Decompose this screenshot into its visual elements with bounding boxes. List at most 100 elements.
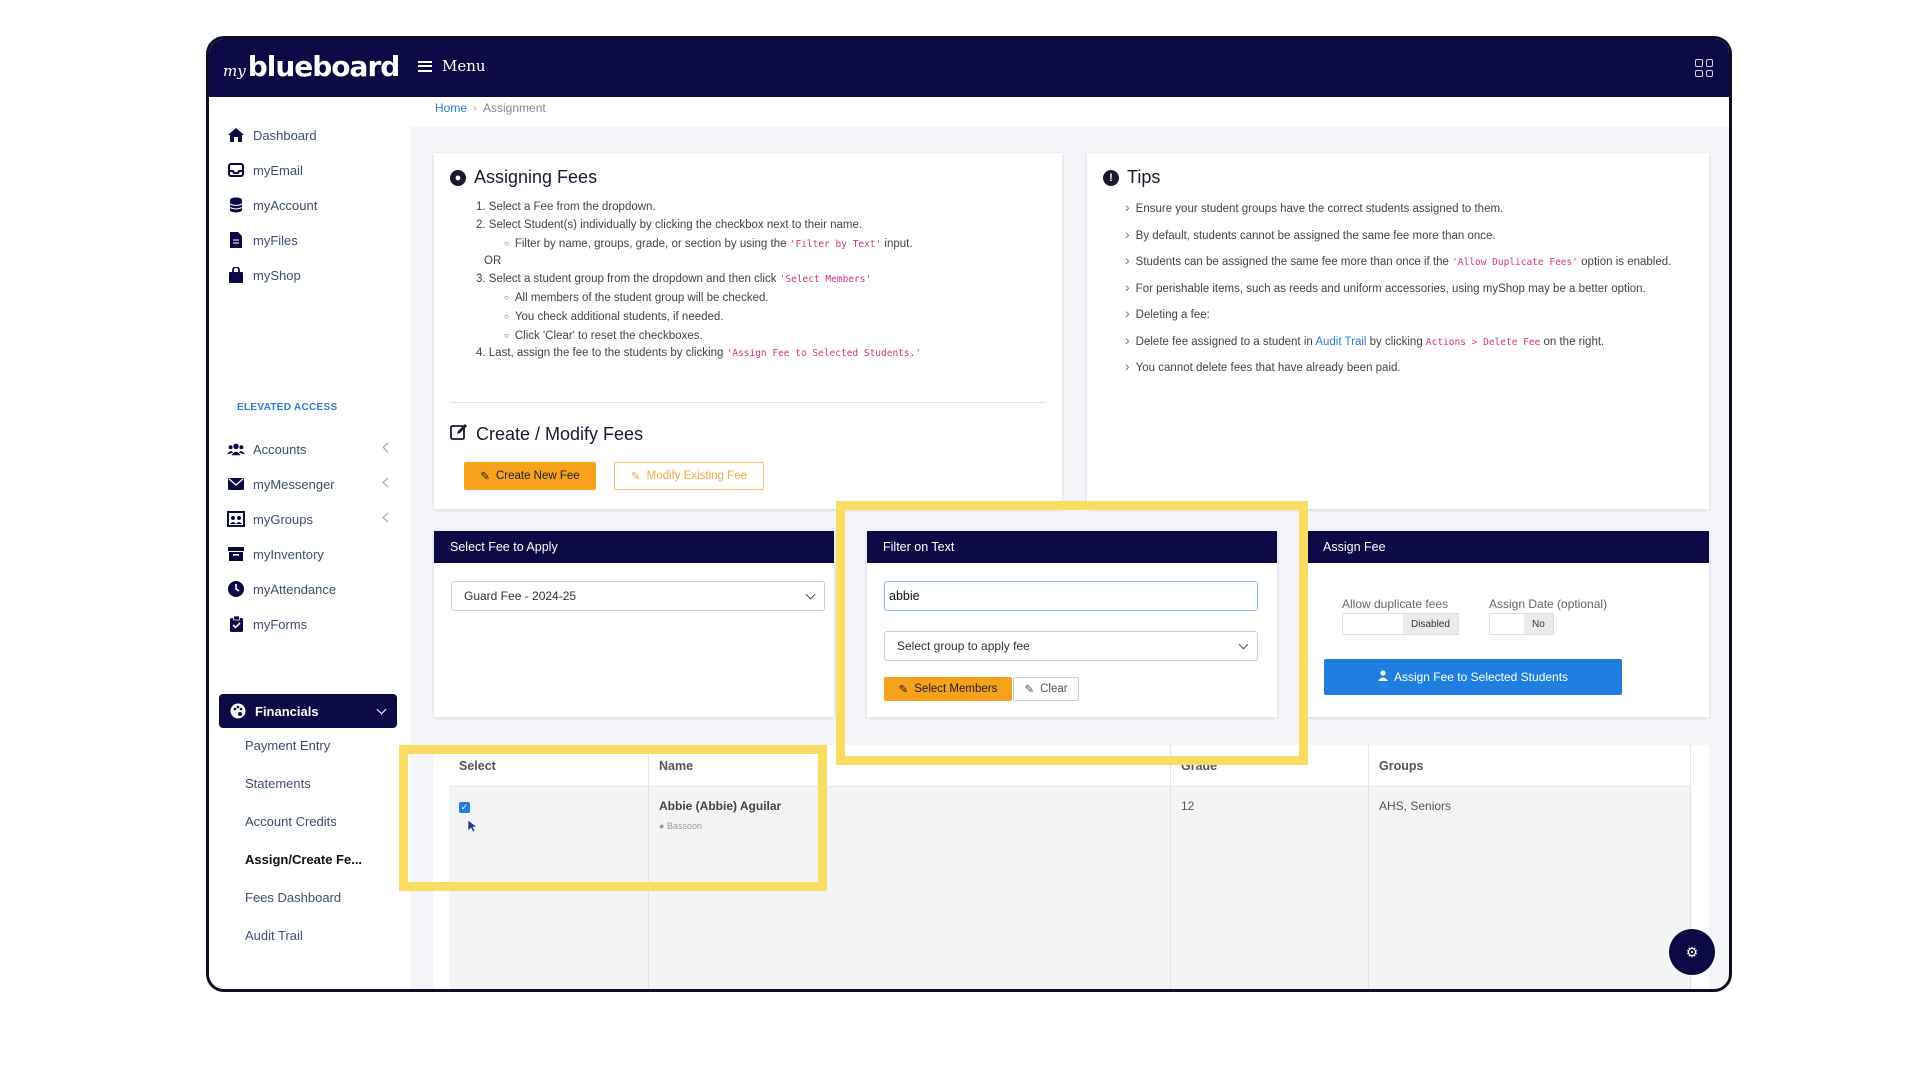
sidebar-item-myattendance[interactable]: myAttendance (227, 575, 397, 603)
app-window: myblueboard Menu Dashboard myEmail myAcc… (206, 36, 1732, 992)
settings-fab[interactable]: ⚙ (1669, 929, 1715, 975)
sidebar-item-mygroups[interactable]: myGroups (227, 505, 397, 533)
chevron-left-icon (382, 477, 393, 488)
edit-icon (450, 423, 468, 446)
sidebar-item-accounts[interactable]: Accounts (227, 435, 397, 463)
sidebar-subitem-account-credits[interactable]: Account Credits (245, 814, 337, 829)
logo[interactable]: myblueboard (223, 50, 401, 83)
inbox-icon (227, 161, 245, 179)
exclamation-circle-icon: ! (1103, 169, 1119, 186)
create-new-fee-button[interactable]: ✎ Create New Fee (464, 462, 596, 490)
assigning-steps: 1. Select a Fee from the dropdown. 2. Se… (476, 199, 921, 363)
sidebar-item-myforms[interactable]: myForms (227, 610, 397, 638)
breadcrumb-home-link[interactable]: Home (435, 101, 467, 115)
sidebar-item-label: Financials (255, 703, 319, 719)
sidebar-item-myfiles[interactable]: myFiles (227, 226, 397, 254)
modify-existing-fee-button[interactable]: ✎ Modify Existing Fee (614, 462, 764, 490)
tips-list: Ensure your student groups have the corr… (1125, 199, 1689, 385)
tip-item: Deleting a fee: (1125, 305, 1689, 324)
allow-duplicate-label: Allow duplicate fees (1342, 597, 1449, 611)
create-modify-title: Create / Modify Fees (450, 423, 643, 446)
step-2-sub: Filter by name, groups, grade, or sectio… (476, 235, 921, 254)
edit-icon: ✎ (631, 471, 641, 483)
step-2: 2. Select Student(s) individually by cli… (476, 218, 863, 231)
assigning-fees-title-text: Assigning Fees (474, 167, 598, 187)
allow-duplicate-value: Disabled (1403, 614, 1458, 634)
sidebar-item-label: myShop (253, 267, 301, 283)
sidebar-item-myemail[interactable]: myEmail (227, 156, 397, 184)
assign-date-label: Assign Date (optional) (1489, 597, 1608, 611)
allow-duplicate-toggle[interactable]: Disabled (1342, 613, 1459, 635)
archive-icon (227, 545, 245, 563)
tip-item: By default, students cannot be assigned … (1125, 226, 1689, 245)
user-icon (1377, 670, 1388, 684)
logo-my: my (223, 62, 246, 80)
database-icon (227, 196, 245, 214)
sidebar-item-label: myMessenger (253, 476, 335, 492)
chevron-left-icon (382, 442, 393, 453)
sidebar-item-myinventory[interactable]: myInventory (227, 540, 397, 568)
tip-item: You cannot delete fees that have already… (1125, 358, 1689, 377)
breadcrumb-current: Assignment (483, 101, 546, 115)
create-modify-title-text: Create / Modify Fees (476, 424, 644, 444)
sidebar-item-financials[interactable]: Financials (219, 694, 397, 728)
card-divider (450, 402, 1046, 403)
assigning-fees-card: ● Assigning Fees 1. Select a Fee from th… (434, 153, 1062, 509)
assign-fee-button[interactable]: Assign Fee to Selected Students (1324, 659, 1622, 695)
menu-button[interactable]: Menu (418, 57, 486, 75)
sidebar-item-label: myEmail (253, 162, 303, 178)
table-cell-grade: 12 (1171, 787, 1369, 989)
tip-item: Ensure your student groups have the corr… (1125, 199, 1689, 218)
audit-trail-link[interactable]: Audit Trail (1315, 336, 1366, 348)
chevron-down-icon (805, 589, 816, 600)
sidebar-item-label: myInventory (253, 546, 324, 562)
step-3-sub: Click 'Clear' to reset the checkboxes. (476, 327, 921, 346)
fee-select-value: Guard Fee - 2024-25 (464, 589, 577, 603)
sidebar-subitem-fees-dashboard[interactable]: Fees Dashboard (245, 890, 341, 905)
sidebar-item-myaccount[interactable]: myAccount (227, 191, 397, 219)
sidebar-item-label: myGroups (253, 511, 313, 527)
sidebar-item-myshop[interactable]: myShop (227, 261, 397, 289)
table-cell-groups: AHS, Seniors (1369, 787, 1691, 989)
assign-date-toggle[interactable]: No (1489, 613, 1554, 635)
tips-card: ! Tips Ensure your student groups have t… (1087, 153, 1709, 509)
sidebar-item-mymessenger[interactable]: myMessenger (227, 470, 397, 498)
assign-fee-header: Assign Fee (1307, 531, 1709, 563)
sidebar: Dashboard myEmail myAccount myFiles mySh… (209, 97, 410, 989)
sidebar-item-dashboard[interactable]: Dashboard (227, 121, 397, 149)
sidebar-item-label: Accounts (253, 441, 307, 457)
sidebar-subitem-audit-trail[interactable]: Audit Trail (245, 928, 303, 943)
file-icon (227, 231, 245, 249)
step-3-sub: All members of the student group will be… (476, 289, 921, 308)
sidebar-subitem-assign-create-fees[interactable]: Assign/Create Fe... (245, 852, 362, 867)
sidebar-item-label: myFiles (253, 232, 298, 248)
sidebar-item-label: Dashboard (253, 127, 317, 143)
logo-text: blueboard (247, 50, 401, 83)
sidebar-subitem-payment-entry[interactable]: Payment Entry (245, 738, 330, 753)
apps-grid-icon[interactable] (1695, 59, 1713, 77)
groups-icon (227, 510, 245, 528)
breadcrumb: Home › Assignment (435, 101, 546, 115)
user-circle-icon: ● (450, 169, 466, 186)
fee-select[interactable]: Guard Fee - 2024-25 (451, 581, 825, 611)
gear-icon: ⚙ (1685, 943, 1699, 960)
tip-item: Students can be assigned the same fee mo… (1125, 252, 1689, 271)
select-fee-header: Select Fee to Apply (434, 531, 834, 563)
column-header-groups[interactable]: Groups (1369, 745, 1691, 787)
clock-icon (227, 580, 245, 598)
tips-title: ! Tips (1103, 167, 1160, 188)
highlight-box-filter (836, 501, 1308, 765)
breadcrumb-bar (410, 97, 1729, 127)
tips-title-text: Tips (1127, 167, 1161, 187)
step-1: 1. Select a Fee from the dropdown. (476, 201, 656, 213)
sidebar-subitem-statements[interactable]: Statements (245, 776, 311, 791)
hamburger-icon (418, 60, 432, 72)
users-icon (227, 440, 245, 458)
sidebar-item-label: myForms (253, 616, 308, 632)
tip-item: For perishable items, such as reeds and … (1125, 279, 1689, 298)
chevron-down-icon (376, 704, 387, 715)
tip-item: Delete fee assigned to a student in Audi… (1125, 332, 1689, 351)
sidebar-item-label: myAttendance (253, 581, 337, 597)
assigning-fees-title: ● Assigning Fees (450, 167, 597, 188)
select-fee-panel: Select Fee to Apply Guard Fee - 2024-25 (434, 531, 834, 717)
